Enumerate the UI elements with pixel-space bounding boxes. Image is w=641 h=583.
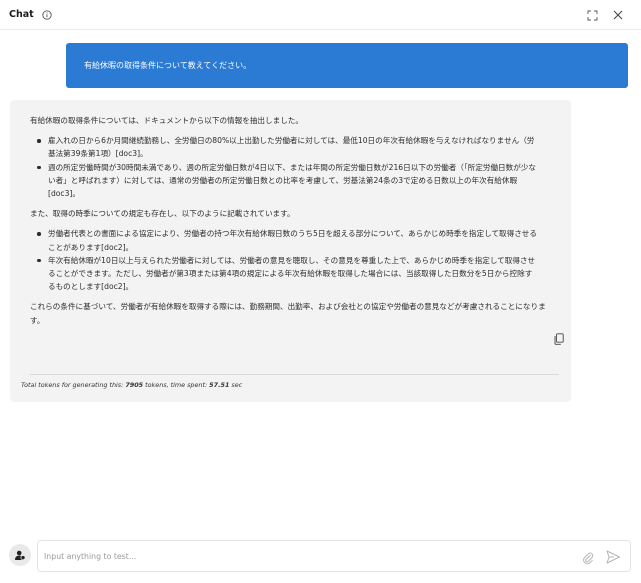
time-spent: 57.51 <box>209 381 230 389</box>
divider <box>30 374 559 375</box>
token-mid: tokens, time spent: <box>143 381 210 389</box>
send-icon[interactable] <box>605 549 621 565</box>
paperclip-icon[interactable] <box>582 550 594 565</box>
copy-icon[interactable] <box>554 333 564 345</box>
assistant-avatar-icon[interactable] <box>9 544 31 566</box>
header-actions <box>585 8 625 22</box>
token-usage-info: Total tokens for generating this: 7905 t… <box>21 379 242 392</box>
assistant-message: 有給休暇の取得条件については、ドキュメントから以下の情報を抽出しました。 雇入れ… <box>10 100 571 402</box>
list-item: 労働者代表との書面による協定により、労働者の持つ年次有給休暇日数のうち5日を超え… <box>30 227 551 253</box>
message-input-box <box>37 540 631 572</box>
list-item: 雇入れの日から6か月間継続勤務し、全労働日の80%以上出勤した労働者に対しては、… <box>30 134 551 160</box>
assistant-intro: 有給休暇の取得条件については、ドキュメントから以下の情報を抽出しました。 <box>30 116 303 125</box>
message-list: 有給休暇の取得条件について教えてください。 有給休暇の取得条件については、ドキュ… <box>0 30 641 530</box>
list-item: 週の所定労働時間が30時間未満であり、週の所定労働日数が4日以下、または年間の所… <box>30 161 551 201</box>
user-message-text: 有給休暇の取得条件について教えてください。 <box>84 61 252 70</box>
token-prefix: Total tokens for generating this: <box>21 381 126 389</box>
message-input[interactable] <box>44 547 564 565</box>
header-title: Chat <box>9 9 34 20</box>
chat-window: Chat 有給休暇の取得条件について教えてください。 有給休暇の取得条件について… <box>0 0 641 583</box>
assistant-middle: また、取得の時季についての規定も存在し、以下のように記載されています。 <box>30 209 295 219</box>
list-item: 年次有給休暇が10日以上与えられた労働者に対しては、労働者の意見を聴取し、その意… <box>30 254 551 294</box>
info-icon[interactable] <box>41 9 53 21</box>
assistant-conclusion: これらの条件に基づいて、労働者が有給休暇を取得する際には、勤務期間、出勤率、およ… <box>30 302 546 325</box>
close-icon[interactable] <box>611 8 625 22</box>
token-suffix: sec <box>229 381 243 389</box>
user-message: 有給休暇の取得条件について教えてください。 <box>66 43 628 88</box>
expand-icon[interactable] <box>585 8 599 22</box>
assistant-list-conditions: 雇入れの日から6か月間継続勤務し、全労働日の80%以上出勤した労働者に対しては、… <box>30 134 551 200</box>
token-count: 7905 <box>125 381 144 389</box>
assistant-list-timing: 労働者代表との書面による協定により、労働者の持つ年次有給休暇日数のうち5日を超え… <box>30 227 551 293</box>
chat-input-bar <box>0 530 641 583</box>
chat-header: Chat <box>0 0 641 30</box>
